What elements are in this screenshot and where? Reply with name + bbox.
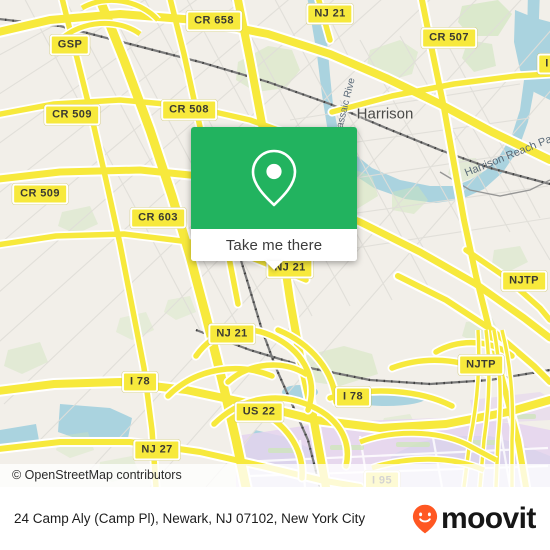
map-pin-icon [251, 149, 297, 207]
place-label-harrison: Harrison [356, 105, 414, 123]
address-text: 24 Camp Aly (Camp Pl), Newark, NJ 07102,… [14, 511, 366, 526]
road-shield-i-78[interactable]: I 78 [122, 371, 158, 393]
map-attribution[interactable]: © OpenStreetMap contributors [0, 464, 550, 487]
road-shield-nj-27[interactable]: NJ 27 [133, 439, 181, 461]
road-shield-i-78-2[interactable]: I 78 [335, 386, 371, 408]
road-shield-us-22[interactable]: US 22 [234, 401, 284, 423]
popup-footer[interactable]: Take me there [191, 229, 357, 270]
road-shield-njtp[interactable]: NJTP [501, 270, 547, 292]
road-shield-cr-658[interactable]: CR 658 [186, 10, 242, 32]
road-shield-gsp[interactable]: GSP [49, 34, 91, 56]
road-shield-nj-21[interactable]: NJ 21 [306, 3, 354, 25]
road-shield-nj-21-3[interactable]: NJ 21 [208, 323, 256, 345]
map-canvas[interactable]: Passaic Rive Harrison Reach Passaic Harr… [0, 0, 550, 487]
moovit-brand[interactable]: moovit [412, 501, 536, 535]
map-screenshot-root: Passaic Rive Harrison Reach Passaic Harr… [0, 0, 550, 550]
road-shield-cr-509[interactable]: CR 509 [44, 104, 100, 126]
moovit-smiley-pin-icon [412, 504, 438, 533]
road-shield-i-edge[interactable]: I [537, 53, 550, 75]
road-shield-cr-508[interactable]: CR 508 [161, 99, 217, 121]
road-shield-njtp-2[interactable]: NJTP [458, 354, 504, 376]
road-shield-cr-603[interactable]: CR 603 [130, 207, 186, 229]
road-shield-cr-507[interactable]: CR 507 [421, 27, 477, 49]
moovit-wordmark: moovit [441, 501, 536, 535]
take-me-there-button-label[interactable]: Take me there [226, 237, 322, 254]
road-shield-cr-509-2[interactable]: CR 509 [12, 183, 68, 205]
popup-pointer-tail [265, 261, 283, 270]
footer-bar: 24 Camp Aly (Camp Pl), Newark, NJ 07102,… [0, 487, 550, 550]
location-popup-card[interactable]: Take me there [191, 127, 357, 270]
popup-header [191, 127, 357, 229]
